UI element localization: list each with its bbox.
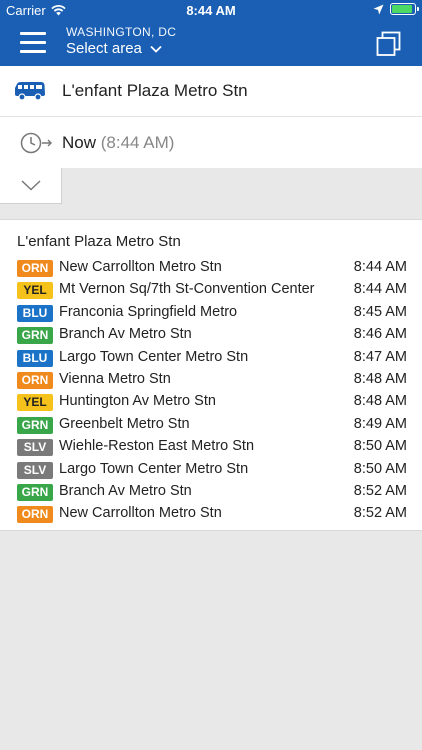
line-badge: GRN xyxy=(17,483,53,501)
line-badge: SLV xyxy=(17,461,53,479)
line-badge: BLU xyxy=(17,349,53,367)
departure-time: 8:45 AM xyxy=(353,303,407,320)
destination-label: Largo Town Center Metro Stn xyxy=(59,460,249,477)
app-header: WASHINGTON, DC Select area xyxy=(0,22,422,66)
destination-label: New Carrollton Metro Stn xyxy=(59,505,222,522)
line-badge: GRN xyxy=(17,327,53,345)
departure-time: 8:44 AM xyxy=(353,259,407,275)
line-badge: SLV xyxy=(17,439,53,457)
chevron-down-icon xyxy=(150,45,162,53)
time-label: Now xyxy=(62,133,97,152)
departures-title: L'enfant Plaza Metro Stn xyxy=(17,233,181,250)
area-selector[interactable]: WASHINGTON, DC Select area xyxy=(66,25,176,57)
destination-label: Huntington Av Metro Stn xyxy=(59,393,216,410)
status-time: 8:44 AM xyxy=(186,3,236,18)
status-bar: Carrier 8:44 AM xyxy=(0,0,422,22)
station-name: L'enfant Plaza Metro Stn xyxy=(62,81,248,100)
departure-row[interactable]: GRN Greenbelt Metro Stn 8:49 AM xyxy=(17,415,407,437)
copy-icon[interactable] xyxy=(374,30,402,58)
departure-row[interactable]: SLV Wiehle-Reston East Metro Stn 8:50 AM xyxy=(17,437,407,459)
chevron-down-icon xyxy=(21,180,41,191)
departure-time: 8:50 AM xyxy=(353,460,407,477)
destination-label: Vienna Metro Stn xyxy=(59,370,171,387)
line-badge: YEL xyxy=(17,282,53,300)
departure-time: 8:48 AM xyxy=(353,393,407,410)
expand-options-button[interactable] xyxy=(0,168,62,204)
line-badge: YEL xyxy=(17,394,53,412)
departure-row[interactable]: ORN New Carrollton Metro Stn 8:44 AM xyxy=(17,258,407,280)
destination-label: Greenbelt Metro Stn xyxy=(59,415,190,432)
departure-row[interactable]: GRN Branch Av Metro Stn 8:52 AM xyxy=(17,482,407,504)
departure-time: 8:49 AM xyxy=(353,415,407,432)
time-value: (8:44 AM) xyxy=(100,133,175,152)
line-badge: GRN xyxy=(17,416,53,434)
departure-row[interactable]: GRN Branch Av Metro Stn 8:46 AM xyxy=(17,325,407,347)
station-row[interactable]: L'enfant Plaza Metro Stn xyxy=(0,66,422,116)
departure-time: 8:47 AM xyxy=(353,348,407,365)
departure-time: 8:50 AM xyxy=(353,438,407,455)
departure-time: 8:52 AM xyxy=(353,505,407,522)
departure-row[interactable]: BLU Largo Town Center Metro Stn 8:47 AM xyxy=(17,348,407,370)
destination-label: Franconia Springfield Metro xyxy=(59,303,238,320)
destination-label: Branch Av Metro Stn xyxy=(59,482,192,499)
clock-arrow-icon xyxy=(20,132,52,154)
bus-icon xyxy=(15,82,45,101)
departures-card: L'enfant Plaza Metro Stn ORN New Carrollt… xyxy=(0,219,422,531)
departure-row[interactable]: ORN New Carrollton Metro Stn 8:52 AM xyxy=(17,504,407,526)
departure-row[interactable]: SLV Largo Town Center Metro Stn 8:50 AM xyxy=(17,460,407,482)
status-right xyxy=(373,3,419,15)
departure-time: 8:44 AM xyxy=(353,281,407,298)
select-area-button[interactable]: Select area xyxy=(66,40,176,57)
departure-row[interactable]: BLU Franconia Springfield Metro 8:45 AM xyxy=(17,303,407,325)
hamburger-menu-icon[interactable] xyxy=(20,32,46,54)
departures-list: ORN New Carrollton Metro Stn 8:44 AM YEL Mt … xyxy=(17,258,407,527)
time-row[interactable]: Now (8:44 AM) xyxy=(0,116,422,168)
select-area-label: Select area xyxy=(66,40,142,57)
destination-label: Mt Vernon Sq/7th St-Convention Center xyxy=(59,281,315,298)
departure-row[interactable]: YEL Huntington Av Metro Stn 8:48 AM xyxy=(17,392,407,414)
line-badge: ORN xyxy=(17,506,53,524)
line-badge: ORN xyxy=(17,371,53,389)
destination-label: Largo Town Center Metro Stn xyxy=(59,348,249,365)
departure-time: 8:46 AM xyxy=(353,326,407,343)
departure-row[interactable]: YEL Mt Vernon Sq/7th St-Convention Center… xyxy=(17,280,407,302)
location-arrow-icon xyxy=(373,4,384,14)
departure-row[interactable]: ORN Vienna Metro Stn 8:48 AM xyxy=(17,370,407,392)
destination-label: Wiehle-Reston East Metro Stn xyxy=(59,438,255,455)
destination-label: New Carrollton Metro Stn xyxy=(59,259,222,275)
line-badge: ORN xyxy=(17,260,53,277)
destination-label: Branch Av Metro Stn xyxy=(59,326,192,343)
time-display: Now (8:44 AM) xyxy=(62,133,174,153)
departure-time: 8:48 AM xyxy=(353,370,407,387)
departure-time: 8:52 AM xyxy=(353,482,407,499)
area-city: WASHINGTON, DC xyxy=(66,25,177,39)
battery-icon xyxy=(390,3,419,15)
line-badge: BLU xyxy=(17,304,53,322)
